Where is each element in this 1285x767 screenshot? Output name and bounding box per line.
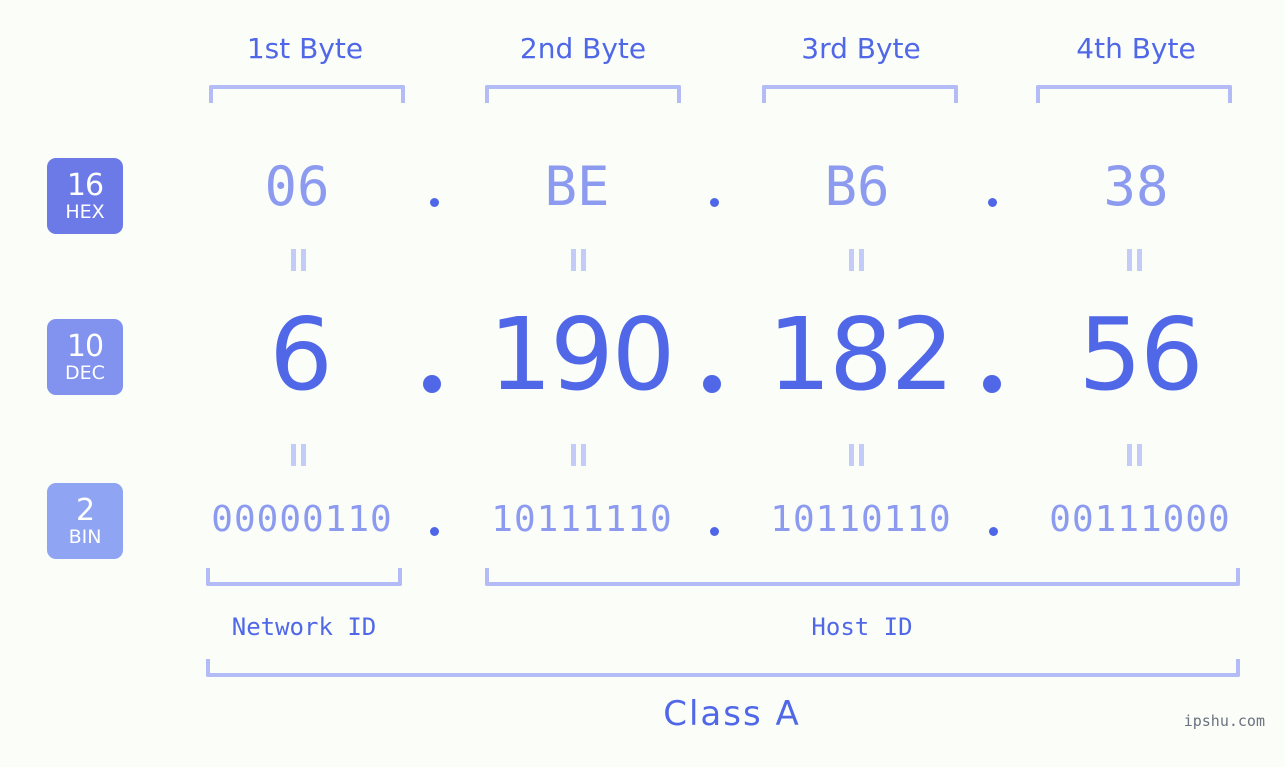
byte-header-label-3: 3rd Byte [801,32,921,65]
hex-separator-dot-3 [988,198,997,207]
bin-separator-dot-2 [710,527,719,536]
hex-value-byte-3: B6 [824,155,890,218]
dec-value-byte-4: 56 [1078,296,1203,413]
byte-header-label-4: 4th Byte [1076,32,1196,65]
ip-address-breakdown-diagram: 1st Byte 2nd Byte 3rd Byte 4th Byte 16 H… [0,0,1285,767]
radix-badge-hex-number: 16 [66,167,104,203]
equals-mark-dec-bin-4 [1127,444,1145,466]
radix-badge-bin: 2 BIN [47,483,123,559]
byte-bracket-1 [209,85,405,103]
equals-mark-hex-dec-4 [1127,249,1145,271]
bin-value-byte-2: 10111110 [491,499,673,540]
radix-badge-hex: 16 HEX [47,158,123,234]
network-id-label: Network ID [231,613,377,641]
network-id-bracket [206,568,402,586]
byte-bracket-2 [485,85,681,103]
hex-separator-dot-1 [430,198,439,207]
byte-bracket-3 [762,85,958,103]
equals-mark-dec-bin-3 [849,444,867,466]
hex-separator-dot-2 [710,198,719,207]
equals-mark-dec-bin-1 [291,444,309,466]
host-id-bracket [485,568,1240,586]
byte-bracket-4 [1036,85,1232,103]
bin-value-byte-4: 00111000 [1049,499,1231,540]
dec-separator-dot-3 [983,375,1001,393]
dec-separator-dot-1 [423,375,441,393]
radix-badge-dec: 10 DEC [47,319,123,395]
byte-header-label-2: 2nd Byte [519,32,647,65]
class-label: Class A [663,694,801,734]
site-watermark: ipshu.com [1183,712,1265,730]
bin-separator-dot-3 [989,527,998,536]
radix-badge-dec-name: DEC [65,361,105,384]
bin-separator-dot-1 [430,527,439,536]
radix-badge-dec-number: 10 [66,328,104,364]
class-bracket [206,659,1240,677]
radix-badge-bin-name: BIN [68,525,102,548]
radix-badge-bin-number: 2 [75,492,95,528]
radix-badge-hex-name: HEX [65,200,105,223]
byte-header-label-1: 1st Byte [246,32,364,65]
host-id-label: Host ID [811,613,913,641]
equals-mark-hex-dec-2 [571,249,589,271]
bin-value-byte-1: 00000110 [211,499,393,540]
hex-value-byte-1: 06 [264,155,330,218]
hex-value-byte-4: 38 [1103,155,1169,218]
dec-value-byte-1: 6 [269,296,333,413]
bin-value-byte-3: 10110110 [770,499,952,540]
dec-separator-dot-2 [703,375,721,393]
hex-value-byte-2: BE [544,155,610,218]
equals-mark-dec-bin-2 [571,444,589,466]
dec-value-byte-3: 182 [767,296,955,413]
dec-value-byte-2: 190 [488,296,676,413]
equals-mark-hex-dec-3 [849,249,867,271]
equals-mark-hex-dec-1 [291,249,309,271]
